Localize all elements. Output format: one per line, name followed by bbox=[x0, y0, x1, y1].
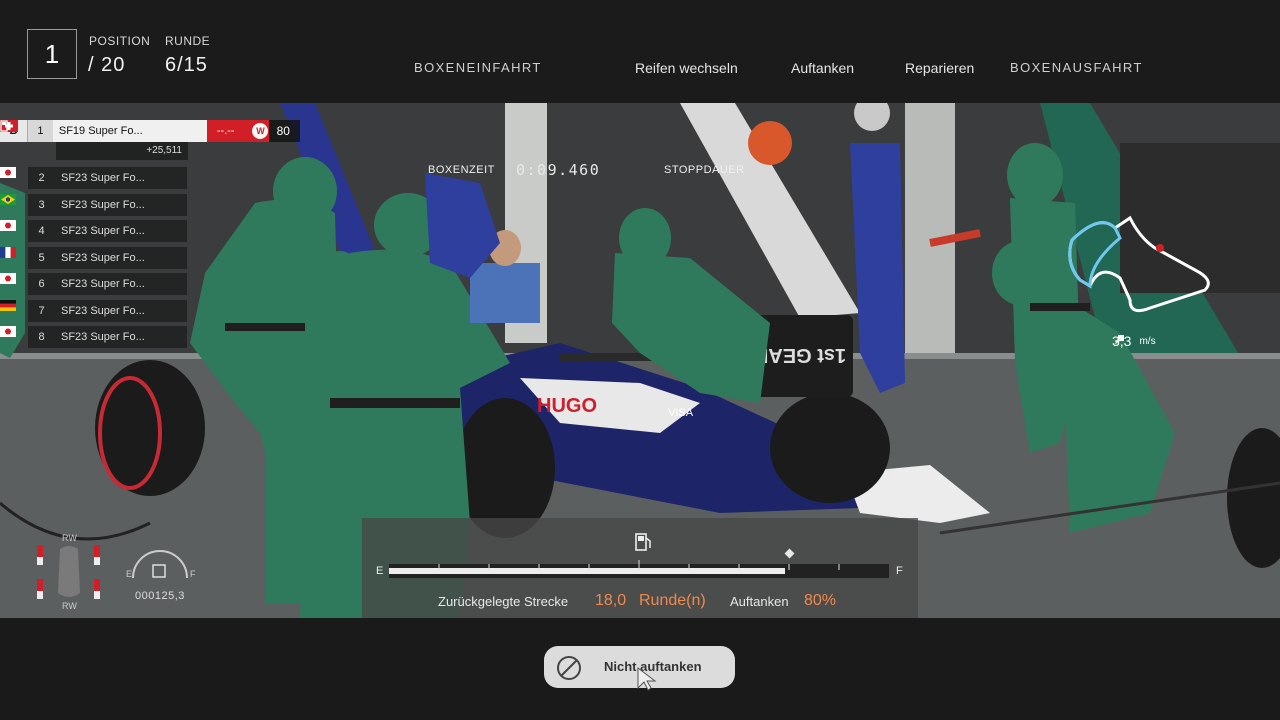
flag-japan-icon bbox=[0, 220, 187, 242]
row-car-name: SF23 Super Fo... bbox=[55, 246, 159, 269]
row-car-name: SF23 Super Fo... bbox=[55, 273, 159, 295]
stop-duration-label: STOPPDAUER bbox=[664, 164, 745, 176]
pit-time-value: 0:09.460 bbox=[516, 161, 601, 179]
row-position: 7 bbox=[28, 299, 55, 322]
flag-switzerland-icon bbox=[0, 120, 207, 142]
cursor-pointer-icon bbox=[637, 666, 657, 691]
fuel-pump-icon bbox=[0, 120, 8, 132]
rw-bottom-label: RW bbox=[62, 601, 77, 611]
row-position: 3 bbox=[28, 193, 55, 216]
fuel-gauge-icon bbox=[132, 550, 188, 579]
svg-text:VISA: VISA bbox=[668, 407, 694, 419]
prohibited-icon bbox=[557, 656, 581, 680]
flag-japan-icon bbox=[0, 326, 187, 348]
distance-unit: Runde(n) bbox=[639, 592, 706, 609]
leaderboard-row: 2 SF23 Super Fo... bbox=[0, 167, 187, 189]
svg-text:1st GEAR: 1st GEAR bbox=[753, 344, 846, 366]
pit-step-exit[interactable]: BOXENAUSFAHRT bbox=[1010, 60, 1143, 75]
row-car-name: SF23 Super Fo... bbox=[55, 220, 159, 242]
speed-unit: m/s bbox=[1139, 335, 1156, 347]
pit-steps: BOXENEINFAHRT Reifen wechseln Auftanken … bbox=[0, 60, 1280, 80]
fuel-empty-label: E bbox=[376, 565, 384, 577]
row-position: 2 bbox=[28, 167, 55, 189]
leader-time: --.-- bbox=[216, 125, 235, 137]
pit-step-tyres[interactable]: Reifen wechseln bbox=[635, 60, 738, 76]
leaderboard-row: 7 SF23 Super Fo... bbox=[0, 299, 187, 322]
leader-fuel-value: 80 bbox=[276, 124, 290, 138]
leader-fuel: 80 bbox=[0, 120, 300, 142]
speed-readout: 3,3m/s bbox=[1112, 333, 1156, 349]
leaderboard-leader-row: B 1 SF19 Super Fo... --.-- W 80 bbox=[0, 120, 300, 142]
pit-step-repair[interactable]: Reparieren bbox=[905, 60, 974, 76]
refuel-amount-label: Auftanken bbox=[730, 594, 789, 609]
direction-arrow-icon bbox=[1114, 335, 1124, 345]
fuel-pump-icon bbox=[635, 533, 651, 551]
pit-scene: HUGO VISA 1st GEAR 1 SF19 Super Fo... --… bbox=[0, 103, 1280, 618]
pit-step-entry[interactable]: BOXENEINFAHRT bbox=[414, 60, 542, 75]
fuel-target-marker[interactable] bbox=[784, 548, 795, 559]
rw-top-label: RW bbox=[62, 533, 77, 543]
row-car-name: SF23 Super Fo... bbox=[55, 299, 159, 322]
fuel-gauge-e: E bbox=[126, 569, 133, 579]
car-status: RW RW E F 000125,3 bbox=[0, 513, 200, 618]
svg-text:HUGO: HUGO bbox=[537, 395, 597, 417]
row-car-name: SF23 Super Fo... bbox=[55, 193, 159, 216]
leaderboard-row: 4 SF23 Super Fo... bbox=[0, 220, 187, 242]
flag-germany-icon bbox=[0, 299, 187, 322]
weather-badge-icon: W bbox=[252, 123, 269, 139]
flag-japan-icon bbox=[0, 273, 187, 295]
leader-car-name: SF19 Super Fo... bbox=[52, 120, 180, 142]
row-car-name: SF23 Super Fo... bbox=[55, 326, 159, 348]
leader-position: 1 bbox=[26, 120, 53, 142]
row-position: 4 bbox=[28, 220, 55, 242]
refuel-panel: E F Zurückgelegte Strecke 18,0 Runde(n) … bbox=[362, 518, 918, 618]
player-marker-icon bbox=[1156, 244, 1164, 252]
leaderboard-row: 8 SF23 Super Fo... bbox=[0, 326, 187, 348]
fuel-gauge-f: F bbox=[190, 569, 196, 579]
flag-france-icon bbox=[0, 246, 187, 269]
track-minimap bbox=[1068, 215, 1210, 313]
row-car-name: SF23 Super Fo... bbox=[55, 167, 159, 189]
leader-gap: +25,511 bbox=[56, 142, 188, 160]
row-position: 6 bbox=[28, 273, 55, 295]
fuel-full-label: F bbox=[896, 565, 903, 577]
distance-value: 18,0 bbox=[595, 592, 627, 609]
lap-label: RUNDE bbox=[165, 34, 211, 48]
top-bar: 1 POSITION / 20 RUNDE 6/15 BOXENEINFAHRT… bbox=[0, 0, 1280, 103]
odometer: 000125,3 bbox=[135, 590, 185, 602]
distance-label: Zurückgelegte Strecke bbox=[438, 594, 569, 609]
pit-step-refuel[interactable]: Auftanken bbox=[791, 60, 854, 76]
flag-japan-icon bbox=[0, 167, 187, 189]
leaderboard-row: 6 SF23 Super Fo... bbox=[0, 273, 187, 295]
leaderboard-row: 3 SF23 Super Fo... bbox=[0, 193, 187, 216]
fuel-ticks bbox=[438, 560, 840, 570]
leader-time-cell: --.-- W bbox=[206, 120, 269, 142]
row-position: 5 bbox=[28, 246, 55, 269]
pit-time-label: BOXENZEIT bbox=[428, 164, 495, 176]
leaderboard-row: 5 SF23 Super Fo... bbox=[0, 246, 187, 269]
car-damage-icon bbox=[37, 545, 100, 599]
flag-brazil-icon bbox=[0, 193, 187, 216]
refuel-amount-value: 80% bbox=[804, 592, 837, 609]
row-position: 8 bbox=[28, 326, 55, 348]
position-label: POSITION bbox=[89, 34, 151, 48]
